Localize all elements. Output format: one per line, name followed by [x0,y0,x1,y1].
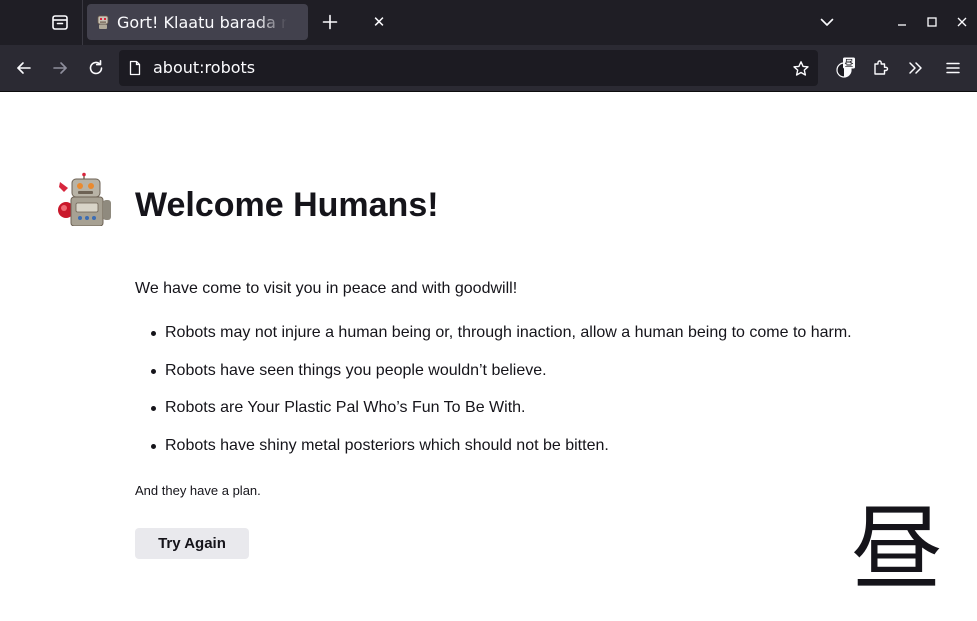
list-all-tabs-button[interactable] [815,10,839,34]
tab-separator [82,0,83,45]
chrome-divider [0,91,977,92]
url-bar[interactable]: about:robots [119,50,818,86]
hamburger-menu-icon [946,62,960,74]
firefox-view-icon [52,15,68,30]
back-button[interactable] [12,56,36,80]
close-window-button[interactable] [950,10,974,34]
bullet [151,331,156,336]
url-text[interactable]: about:robots [153,58,255,78]
extension-button[interactable]: 昼 [833,56,857,80]
minimize-button[interactable] [890,10,914,34]
list-item: Robots have shiny metal posteriors which… [150,436,852,474]
extensions-button[interactable] [869,56,893,80]
forward-arrow-icon [53,62,67,74]
list-item: Robots are Your Plastic Pal Who’s Fun To… [150,398,852,436]
try-again-button[interactable]: Try Again [135,528,249,559]
puzzle-icon [874,60,889,75]
robot-favicon-icon [97,15,109,29]
reload-button[interactable] [84,56,108,80]
intro-text: We have come to visit you in peace and w… [135,280,518,297]
chevron-down-icon [820,18,834,26]
overflow-chevrons-icon [909,62,922,74]
list-item: Robots may not injure a human being or, … [150,323,852,361]
overflow-menu-button[interactable] [904,56,928,80]
rule-text: Robots are Your Plastic Pal Who’s Fun To… [165,399,526,416]
forward-button[interactable] [48,56,72,80]
minimize-icon [898,24,906,26]
rule-text: Robots may not injure a human being or, … [165,324,852,341]
robot-image [58,172,111,226]
extension-badge: 昼 [844,59,853,70]
extension-icon: 昼 [836,57,855,78]
star-icon[interactable] [792,60,810,78]
plan-text: And they have a plan. [135,483,261,498]
bullet [151,368,156,374]
tab-close-button[interactable]: ✕ [370,12,388,32]
tab-title: Gort! Klaatu barada nikto! [117,13,287,32]
rule-text: Robots have seen things you people would… [165,361,547,379]
kanji-overlay: 昼 [850,496,943,603]
app-menu-button[interactable] [941,56,965,80]
maximize-button[interactable] [920,10,944,34]
maximize-icon [927,17,937,27]
new-tab-button[interactable] [318,10,342,34]
page-title: Welcome Humans! [135,186,439,224]
navigation-toolbar: about:robots 昼 [0,45,977,91]
plus-icon [322,14,338,30]
reload-icon [89,59,103,75]
close-icon [957,17,967,27]
tab-robots[interactable]: Gort! Klaatu barada nikto! ✕ [87,4,385,40]
tab-bar: Gort! Klaatu barada nikto! ✕ [0,0,977,45]
rule-text: Robots have shiny metal posteriors which… [165,436,609,454]
bullet [151,406,156,411]
bullet [151,443,156,449]
page-icon [129,60,141,76]
robot-rules-list: Robots may not injure a human being or, … [150,323,852,473]
firefox-view-button[interactable] [48,10,72,34]
back-arrow-icon [17,62,31,74]
list-item: Robots have seen things you people would… [150,361,852,399]
